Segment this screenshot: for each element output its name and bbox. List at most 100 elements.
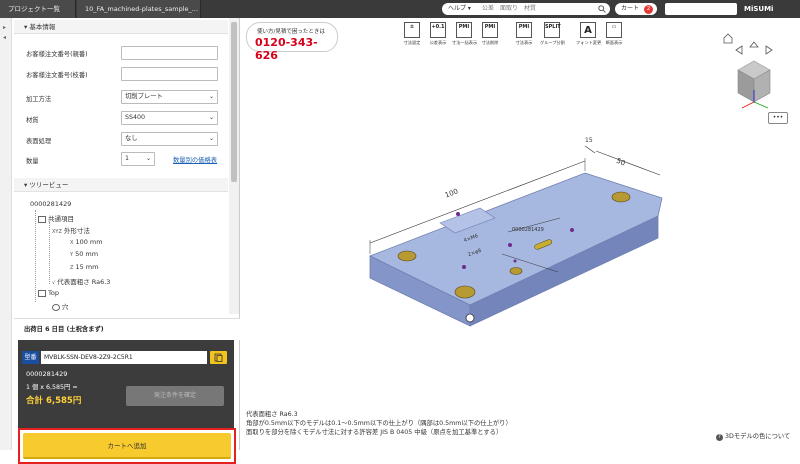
price-table-link[interactable]: 数量別の価格表 [173, 155, 217, 164]
qty-select[interactable]: 1 ⌄ [121, 152, 155, 166]
scroll-thumb[interactable] [231, 22, 237, 182]
tapped-hole [513, 259, 517, 263]
qty-label: 数量 [26, 158, 39, 165]
add-to-cart-button[interactable]: カートへ追加 [23, 433, 231, 459]
axis-x-icon [741, 101, 755, 109]
tree-item-x-label: 100 mm [75, 238, 103, 246]
add-to-cart-highlight: カートへ追加 [18, 428, 236, 464]
order-box: 型番 MVBLK-SSN-DEV8-2Z9-2C5R1 0000281429 1… [18, 340, 234, 428]
tab-file[interactable]: 10_FA_machined-plates_sample_... [77, 0, 201, 18]
help-dropdown[interactable]: ヘルプ ▾ [442, 3, 478, 15]
tree-item-roughness-label: 代表面粗さ Ra6.3 [57, 278, 111, 286]
model-canvas[interactable]: 100 50 15 0000281429 4×M6 2×φ8 [240, 18, 800, 450]
tapped-hole [462, 265, 466, 269]
hole-counterbore [397, 250, 417, 262]
search-placeholder: 公差 面取り 材質 [482, 5, 537, 12]
chevron-down-icon: ⌄ [208, 114, 214, 121]
tree-view-header[interactable]: ▾ ツリービュー [14, 178, 228, 192]
tree-item-hole[interactable]: 穴 [52, 301, 69, 311]
y-dim-icon: Y [70, 252, 74, 258]
cube-icon [38, 289, 46, 297]
search-icon[interactable] [598, 5, 606, 13]
material-select[interactable]: SS400 ⌄ [121, 111, 218, 125]
tapped-hole [456, 212, 460, 216]
chevron-down-icon: ⌄ [208, 135, 214, 142]
copy-button[interactable] [210, 351, 227, 364]
callout-part-id: 0000281429 [512, 227, 544, 233]
dim-line-height [584, 145, 596, 154]
dim-line-width [595, 150, 661, 176]
customer-order-sub-label: お客様注文番号(枝番) [26, 72, 88, 79]
confirm-conditions-button[interactable]: 発注条件を確定 [126, 386, 224, 406]
tree-item-common-label: 共通項目 [48, 215, 74, 223]
customer-order-no-input[interactable] [121, 46, 218, 60]
tree-line [35, 210, 36, 302]
hole-counterbore [509, 267, 523, 275]
tree-item-z-label: 15 mm [75, 263, 99, 271]
qty-value: 1 [125, 155, 130, 162]
tab-project-list[interactable]: プロジェクト一覧 [0, 0, 76, 18]
dim-height-label: 15 [585, 137, 593, 144]
tree-line [49, 222, 50, 284]
tapped-hole [508, 243, 512, 247]
tapped-hole [570, 228, 574, 232]
axis-y-icon [753, 101, 769, 109]
tree-item-common[interactable]: 共通項目 [38, 213, 74, 223]
note-line: 角部が0.5mm以下のモデルは0.1～0.5mm以下の仕上がり（隅部は0.5mm… [246, 420, 512, 427]
more-options-button[interactable]: ••• [768, 112, 788, 124]
home-icon[interactable] [723, 33, 733, 44]
help-icon: ? [716, 434, 723, 441]
tree-item-x[interactable]: X 100 mm [70, 238, 103, 246]
z-dim-icon: Z [70, 265, 74, 271]
surface-select[interactable]: なし ⌄ [121, 132, 218, 146]
model-viewer[interactable]: 使い方/見積で困ったときは 0120-343-626 ± 寸法設定 +0.1 公差表… [240, 18, 800, 450]
arrow-right-icon[interactable]: ▸ [3, 24, 6, 31]
hole-counterbore [611, 191, 631, 203]
misumi-logo[interactable]: MiSUMi [744, 3, 773, 15]
tree-item-top[interactable]: Top [38, 289, 59, 297]
unit-price: 1 個 x 6,585円 = [26, 384, 78, 391]
tree-item-y[interactable]: Y 50 mm [70, 250, 98, 258]
tree-item-dims[interactable]: XYZ 外形寸法 [52, 225, 90, 235]
tree-view-title: ツリービュー [29, 181, 69, 189]
origin-marker[interactable] [465, 313, 475, 323]
view-cube[interactable] [718, 30, 790, 120]
arrow-left-icon[interactable]: ◂ [3, 34, 6, 41]
color-help-text: 3Dモデルの色について [725, 433, 791, 440]
cart-button[interactable]: カート 2 [615, 3, 657, 15]
customer-order-sub-input[interactable] [121, 67, 218, 81]
note-line: 面取りを部分を除くモデル寸法に対する許容差 JIS B 0405 中級（原点を加… [246, 429, 503, 436]
help-label: ヘルプ [448, 5, 467, 12]
model-number-field[interactable]: MVBLK-SSN-DEV8-2Z9-2C5R1 [41, 351, 207, 364]
hole-icon [52, 303, 60, 311]
user-box[interactable] [665, 3, 737, 15]
tree-item-hole-label: 穴 [62, 303, 69, 311]
search-input[interactable]: 公差 面取り 材質 [478, 3, 610, 15]
model-notes: 代表面粗さ Ra6.3 角部が0.5mm以下のモデルは0.1～0.5mm以下の仕… [246, 410, 512, 437]
cart-label: カート [621, 5, 640, 12]
tree-item-z[interactable]: Z 15 mm [70, 263, 98, 271]
material-label: 材質 [26, 117, 39, 124]
surface-value: なし [125, 135, 138, 142]
tree-item-y-label: 50 mm [75, 250, 99, 258]
ship-info: 出荷日 6 日目 (土祝含まず) [14, 318, 240, 340]
note-line: 代表面粗さ Ra6.3 [246, 411, 298, 418]
tree-item-roughness[interactable]: √ 代表面粗さ Ra6.3 [52, 276, 110, 286]
top-bar: プロジェクト一覧 10_FA_machined-plates_sample_..… [0, 0, 800, 18]
rotate-right-icon[interactable] [765, 45, 773, 55]
color-help-link[interactable]: ? 3Dモデルの色について [716, 431, 790, 441]
chevron-down-icon: ⌄ [208, 93, 214, 100]
process-label: 加工方法 [26, 96, 52, 103]
rotate-up-icon[interactable] [749, 41, 759, 48]
process-select[interactable]: 切削プレート ⌄ [121, 90, 218, 104]
model-badge: 型番 [22, 351, 39, 364]
tree-root[interactable]: 0000281429 [30, 200, 71, 208]
collapse-rail[interactable]: ▸ ◂ [0, 18, 12, 450]
dimensions-icon: XYZ [52, 229, 62, 235]
basic-info-header[interactable]: ▾ 基本情報 [14, 20, 228, 34]
rotate-left-icon[interactable] [735, 45, 743, 55]
left-panel: ▸ ◂ ▾ 基本情報 お客様注文番号(親番) お客様注文番号(枝番) 加工方法 … [0, 18, 240, 464]
scrollbar[interactable] [229, 18, 239, 314]
chevron-down-icon: ⌄ [145, 155, 151, 162]
basic-info-title: 基本情報 [29, 23, 56, 31]
